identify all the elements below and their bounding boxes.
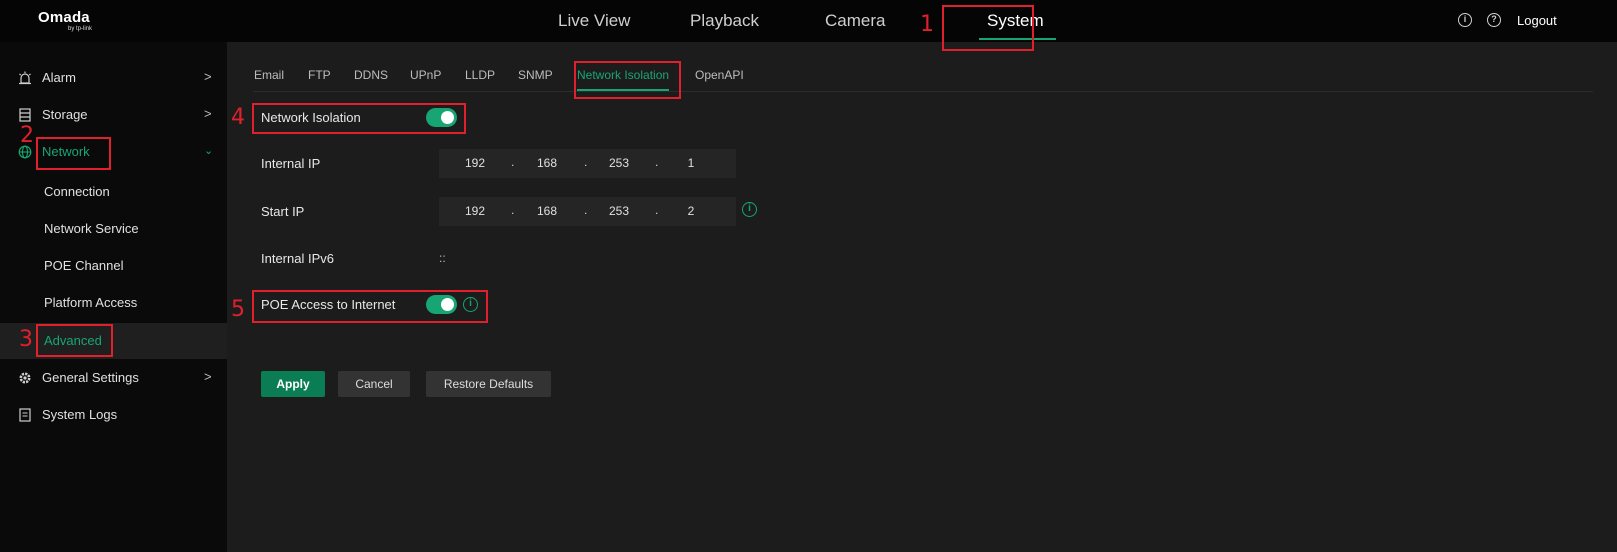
nav-active-underline: [979, 38, 1056, 40]
ip-octet[interactable]: 1: [671, 156, 711, 170]
ip-dot: .: [655, 155, 659, 169]
sidebar-item-storage[interactable]: Storage >: [0, 97, 227, 133]
sidebar-label-alarm: Alarm: [42, 70, 76, 85]
internal-ip-field[interactable]: 192 . 168 . 253 . 1: [439, 149, 736, 178]
sidebar-label-connection: Connection: [44, 184, 110, 199]
ip-dot: .: [511, 155, 515, 169]
internal-ip-label: Internal IP: [261, 156, 321, 171]
sidebar-label-storage: Storage: [42, 107, 88, 122]
network-isolation-label: Network Isolation: [261, 110, 361, 125]
ip-octet[interactable]: 168: [527, 204, 567, 218]
sidebar-label-network-service: Network Service: [44, 221, 139, 236]
info-icon[interactable]: i: [1458, 13, 1472, 27]
chevron-right-icon: >: [204, 369, 212, 384]
sidebar-item-system-logs[interactable]: System Logs: [0, 397, 227, 433]
chevron-down-icon: ⌄: [204, 145, 214, 157]
annotation-number-4: 4: [231, 105, 245, 130]
ip-dot: .: [584, 203, 588, 217]
tab-network-isolation[interactable]: Network Isolation: [577, 68, 669, 82]
log-icon: [18, 408, 32, 422]
alarm-icon: [18, 71, 32, 85]
annotation-number-1: 1: [920, 12, 934, 37]
sidebar-subitem-connection[interactable]: Connection: [0, 174, 227, 210]
cancel-button[interactable]: Cancel: [338, 371, 410, 397]
sidebar-label-advanced: Advanced: [44, 333, 102, 348]
annotation-number-2: 2: [20, 123, 34, 148]
start-ip-field[interactable]: 192 . 168 . 253 . 2: [439, 197, 736, 226]
ip-octet[interactable]: 253: [599, 156, 639, 170]
tab-upnp[interactable]: UPnP: [410, 68, 441, 82]
logout-link[interactable]: Logout: [1517, 13, 1557, 28]
chevron-right-icon: >: [204, 69, 212, 84]
ip-octet[interactable]: 253: [599, 204, 639, 218]
sidebar: Alarm > Storage > Network ⌄ Connection N…: [0, 42, 227, 552]
network-isolation-toggle[interactable]: [426, 108, 457, 127]
ip-octet[interactable]: 2: [671, 204, 711, 218]
ip-octet[interactable]: 192: [455, 204, 495, 218]
sidebar-subitem-platform-access[interactable]: Platform Access: [0, 285, 227, 321]
sidebar-item-network[interactable]: Network ⌄: [0, 134, 227, 170]
annotation-number-5: 5: [231, 297, 245, 322]
storage-icon: [18, 108, 32, 122]
annotation-number-3: 3: [19, 327, 33, 352]
poe-access-info-icon[interactable]: i: [463, 297, 478, 312]
sidebar-item-alarm[interactable]: Alarm >: [0, 60, 227, 96]
sidebar-label-general-settings: General Settings: [42, 370, 139, 385]
internal-ipv6-label: Internal IPv6: [261, 251, 334, 266]
ip-octet[interactable]: 168: [527, 156, 567, 170]
ip-dot: .: [511, 203, 515, 217]
apply-button[interactable]: Apply: [261, 371, 325, 397]
sidebar-label-system-logs: System Logs: [42, 407, 118, 422]
sidebar-subitem-advanced[interactable]: Advanced: [0, 323, 227, 359]
main-content: Email FTP DDNS UPnP LLDP SNMP Network Is…: [227, 42, 1617, 552]
poe-access-label: POE Access to Internet: [261, 297, 396, 312]
ip-dot: .: [584, 155, 588, 169]
sidebar-label-platform-access: Platform Access: [44, 295, 138, 310]
poe-access-toggle[interactable]: [426, 295, 457, 314]
settings-tabs: Email FTP DDNS UPnP LLDP SNMP Network Is…: [227, 42, 1617, 92]
nav-live-view[interactable]: Live View: [558, 11, 630, 31]
tab-lldp[interactable]: LLDP: [465, 68, 495, 82]
start-ip-label: Start IP: [261, 204, 305, 219]
ip-octet[interactable]: 192: [455, 156, 495, 170]
tab-openapi[interactable]: OpenAPI: [695, 68, 744, 82]
toggle-knob: [441, 298, 454, 311]
chevron-right-icon: >: [204, 106, 212, 121]
tab-ddns[interactable]: DDNS: [354, 68, 388, 82]
restore-defaults-button[interactable]: Restore Defaults: [426, 371, 551, 397]
nav-camera[interactable]: Camera: [825, 11, 885, 31]
help-icon[interactable]: ?: [1487, 13, 1501, 27]
logo-text: Omada: [38, 9, 90, 26]
start-ip-info-icon[interactable]: i: [742, 202, 757, 217]
tab-snmp[interactable]: SNMP: [518, 68, 553, 82]
sidebar-item-general-settings[interactable]: General Settings >: [0, 360, 227, 396]
top-bar: Omada by tp-link Live View Playback Came…: [0, 0, 1617, 42]
ip-dot: .: [655, 203, 659, 217]
sidebar-subitem-network-service[interactable]: Network Service: [0, 211, 227, 247]
logo-subtext: by tp-link: [68, 26, 93, 32]
tab-email[interactable]: Email: [254, 68, 284, 82]
tab-ftp[interactable]: FTP: [308, 68, 331, 82]
sidebar-label-poe-channel: POE Channel: [44, 258, 124, 273]
tabs-divider: [253, 91, 1593, 92]
internal-ipv6-value: ::: [439, 251, 446, 265]
nav-system[interactable]: System: [987, 11, 1044, 31]
sidebar-subitem-poe-channel[interactable]: POE Channel: [0, 248, 227, 284]
nav-playback[interactable]: Playback: [690, 11, 759, 31]
sidebar-label-network: Network: [42, 144, 90, 159]
gear-icon: [18, 371, 32, 385]
omada-logo[interactable]: Omada by tp-link: [38, 9, 108, 35]
toggle-knob: [441, 111, 454, 124]
